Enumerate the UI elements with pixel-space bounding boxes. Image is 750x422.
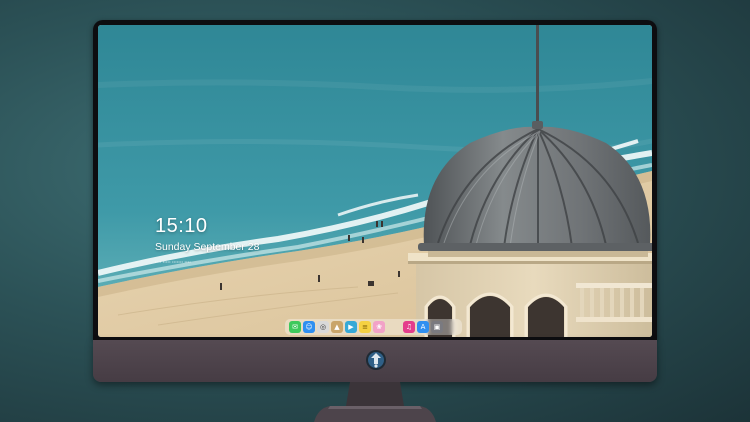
lock-screen[interactable]: 15:10 Sunday September 28 •••• ••••• •••… xyxy=(98,25,652,337)
camera-icon[interactable]: ▣ xyxy=(431,321,443,333)
maps-icon[interactable]: ▲ xyxy=(331,321,343,333)
lock-screen-time: 15:10 xyxy=(155,215,208,237)
app-store-icon[interactable]: A xyxy=(417,321,429,333)
monitor-stand xyxy=(314,382,436,422)
chrome-icon[interactable]: ◎ xyxy=(317,321,329,333)
music-icon[interactable]: ♫ xyxy=(403,321,415,333)
lock-screen-subline: •••• ••••• ••••••• •••• xyxy=(155,259,191,264)
messages-icon[interactable]: ✉ xyxy=(289,321,301,333)
finder-icon[interactable]: ☺ xyxy=(303,321,315,333)
notes-icon[interactable]: ≡ xyxy=(359,321,371,333)
monitor-chin xyxy=(93,340,657,382)
brand-logo-icon xyxy=(366,350,386,370)
wallpaper-beach-dome xyxy=(98,25,652,337)
video-editor-icon[interactable]: ▶ xyxy=(345,321,357,333)
photos-icon[interactable]: ❀ xyxy=(373,321,385,333)
lock-screen-date: Sunday September 28 xyxy=(155,241,260,253)
monitor: 15:10 Sunday September 28 •••• ••••• •••… xyxy=(93,20,657,382)
dock: ✉ ☺ ◎ ▲ ▶ ≡ ❀ ♫ A ▣ xyxy=(285,319,462,335)
monitor-bezel: 15:10 Sunday September 28 •••• ••••• •••… xyxy=(93,20,657,340)
